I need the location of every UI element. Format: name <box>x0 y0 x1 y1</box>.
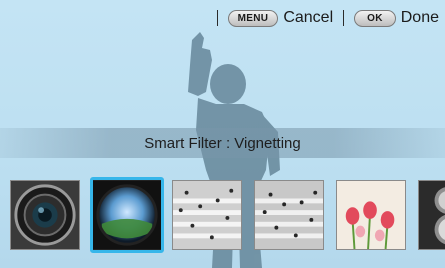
crosswalk-icon <box>173 181 241 249</box>
done-label: Done <box>400 9 439 26</box>
filter-thumb-lens[interactable] <box>10 180 80 250</box>
crosswalk-icon <box>255 181 323 249</box>
top-action-bar: MENU Cancel OK Done <box>207 6 439 30</box>
done-button[interactable]: OK Done <box>354 9 439 27</box>
divider <box>343 10 345 26</box>
divider <box>216 10 218 26</box>
filter-thumbnail-strip <box>0 177 445 253</box>
camera-screen: MENU Cancel OK Done Smart Filter : Vigne… <box>0 0 445 268</box>
filter-thumb-clock[interactable] <box>418 180 445 250</box>
filter-thumb-crosswalk-1[interactable] <box>172 180 242 250</box>
ok-key-badge: OK <box>354 9 396 27</box>
flowers-icon <box>337 181 405 249</box>
filter-thumb-flowers[interactable] <box>336 180 406 250</box>
cancel-button[interactable]: MENU Cancel <box>227 9 334 27</box>
cancel-label: Cancel <box>283 9 334 26</box>
filter-name: Smart Filter : Vignetting <box>144 134 301 152</box>
filter-thumb-vignetting[interactable] <box>90 177 164 253</box>
filter-thumb-crosswalk-2[interactable] <box>254 180 324 250</box>
lens-icon <box>11 181 79 249</box>
filter-name-banner: Smart Filter : Vignetting <box>0 128 445 158</box>
vignetting-icon <box>93 181 161 249</box>
menu-key-badge: MENU <box>227 9 279 27</box>
clock-icon <box>419 181 445 249</box>
